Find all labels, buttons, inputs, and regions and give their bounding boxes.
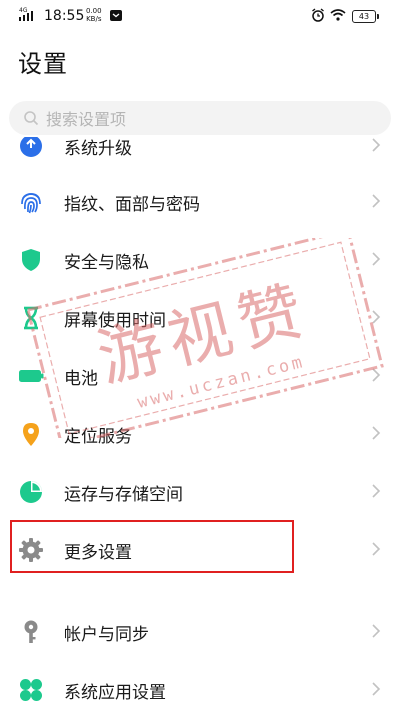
status-time: 18:55 xyxy=(44,8,85,24)
alarm-icon xyxy=(311,8,325,26)
battery-icon xyxy=(18,363,44,389)
chevron-right-icon xyxy=(371,251,381,271)
apps-grid-icon xyxy=(18,677,44,703)
settings-item-more-settings[interactable]: 更多设置 xyxy=(0,521,400,579)
shield-icon xyxy=(18,247,44,273)
settings-item-label: 指纹、面部与密码 xyxy=(64,195,200,215)
location-pin-icon xyxy=(18,421,44,447)
net-speed-value: 0.00 xyxy=(86,7,102,15)
settings-item-battery[interactable]: 电池 xyxy=(0,347,400,405)
key-icon xyxy=(18,619,44,645)
net-speed-unit: KB/s xyxy=(86,15,102,23)
settings-item-label: 系统升级 xyxy=(64,139,132,159)
page-title: 设置 xyxy=(18,50,68,78)
system-update-icon xyxy=(18,137,44,159)
search-icon xyxy=(23,110,39,130)
status-bar: 4G 18:55 0.00 KB/s 43 xyxy=(0,0,400,34)
chevron-right-icon xyxy=(371,193,381,213)
settings-item-memory-storage[interactable]: 运存与存储空间 xyxy=(0,463,400,521)
battery-level: 43 xyxy=(352,10,379,23)
settings-item-account-sync[interactable]: 帐户与同步 xyxy=(0,603,400,661)
settings-item-label: 屏幕使用时间 xyxy=(64,311,166,331)
network-type: 4G xyxy=(19,7,28,14)
settings-item-screen-time[interactable]: 屏幕使用时间 xyxy=(0,289,400,347)
settings-item-label: 帐户与同步 xyxy=(64,625,149,645)
chevron-right-icon xyxy=(371,137,381,157)
message-notification-icon xyxy=(110,10,122,25)
settings-item-location[interactable]: 定位服务 xyxy=(0,405,400,463)
wifi-icon xyxy=(330,9,346,25)
settings-item-label: 系统应用设置 xyxy=(64,683,166,703)
settings-item-system-app-settings[interactable]: 系统应用设置 xyxy=(0,661,400,719)
settings-item-label: 更多设置 xyxy=(64,543,132,563)
chevron-right-icon xyxy=(371,623,381,643)
gear-icon xyxy=(18,537,44,563)
settings-item-system-update[interactable]: 系统升级 xyxy=(0,137,400,175)
chevron-right-icon xyxy=(371,367,381,387)
settings-item-label: 电池 xyxy=(64,369,98,389)
settings-item-label: 运存与存储空间 xyxy=(64,485,183,505)
settings-item-security-privacy[interactable]: 安全与隐私 xyxy=(0,231,400,289)
settings-list: 系统升级 指纹、面部与密码 安全与隐私 屏幕使用时间 电池 定位服务 运存与存储… xyxy=(0,137,400,721)
settings-item-fingerprint-face-password[interactable]: 指纹、面部与密码 xyxy=(0,173,400,231)
search-bar[interactable] xyxy=(9,101,391,135)
signal-icon: 4G xyxy=(19,6,41,26)
fingerprint-icon xyxy=(18,189,44,215)
chevron-right-icon xyxy=(371,425,381,445)
storage-pie-icon xyxy=(18,479,44,505)
chevron-right-icon xyxy=(371,483,381,503)
search-input[interactable] xyxy=(44,105,368,133)
chevron-right-icon xyxy=(371,309,381,329)
settings-item-label: 安全与隐私 xyxy=(64,253,149,273)
chevron-right-icon xyxy=(371,681,381,701)
hourglass-icon xyxy=(18,305,44,331)
net-speed: 0.00 KB/s xyxy=(86,7,102,23)
settings-item-label: 定位服务 xyxy=(64,427,132,447)
chevron-right-icon xyxy=(371,541,381,561)
